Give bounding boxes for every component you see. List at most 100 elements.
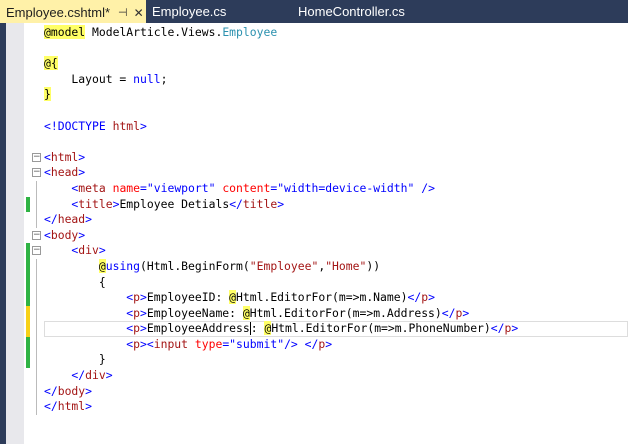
code-line[interactable]: Layout = null; bbox=[24, 72, 628, 88]
token-br: </ bbox=[44, 383, 58, 398]
token-tag: p bbox=[133, 290, 141, 305]
token-br: > bbox=[325, 336, 333, 351]
saved-change-marker bbox=[26, 352, 30, 369]
token-br: > bbox=[85, 399, 93, 414]
code-text: } bbox=[44, 87, 51, 103]
code-text: @using(Html.BeginForm("Employee","Home")… bbox=[44, 258, 381, 275]
code-line[interactable]: − <html> bbox=[24, 150, 628, 166]
outline-guide bbox=[36, 383, 37, 400]
token-br: > bbox=[78, 149, 86, 164]
token-br: /> bbox=[414, 180, 435, 195]
token-tag: p bbox=[133, 305, 141, 320]
token-br: DOCTYPE bbox=[57, 118, 106, 133]
code-text: <p>EmployeeName: @Html.EditorFor(m=>m.Ad… bbox=[44, 305, 470, 322]
code-line[interactable]: @{ bbox=[24, 56, 628, 72]
code-line[interactable]: <p>EmployeeName: @Html.EditorFor(m=>m.Ad… bbox=[24, 305, 628, 322]
tab-employee-cs[interactable]: Employee.cs bbox=[146, 0, 256, 23]
code-text: <meta name="viewport" content="width=dev… bbox=[44, 181, 435, 197]
code-editor[interactable]: @model ModelArticle.Views.Employee @{ Lay… bbox=[24, 25, 628, 415]
close-icon[interactable]: ✕ bbox=[134, 6, 144, 20]
code-line[interactable]: <title>Employee Detials</title> bbox=[24, 196, 628, 213]
token-txt: EmployeeAddress bbox=[146, 321, 250, 336]
code-line[interactable]: </html> bbox=[24, 399, 628, 415]
token-tag: title bbox=[78, 196, 113, 211]
code-line[interactable] bbox=[24, 103, 628, 119]
token-txt: Html.EditorFor(m=>m.Name) bbox=[236, 290, 408, 305]
token-attr: content bbox=[215, 180, 271, 195]
unsaved-change-marker bbox=[26, 305, 30, 322]
document-tab-bar: Employee.cshtml* ⊣ ✕ Employee.cs HomeCon… bbox=[0, 0, 628, 23]
code-line[interactable]: } bbox=[24, 87, 628, 103]
collapse-icon[interactable]: − bbox=[32, 246, 41, 256]
saved-change-marker bbox=[26, 258, 30, 275]
code-line[interactable]: </div> bbox=[24, 368, 628, 384]
saved-change-marker bbox=[26, 290, 30, 306]
indicator-margin bbox=[6, 23, 24, 444]
pin-icon[interactable]: ⊣ bbox=[118, 6, 128, 19]
token-str: "Employee" bbox=[249, 258, 319, 273]
token-txt: Html.EditorFor(m=>m.Address) bbox=[249, 305, 442, 320]
code-line[interactable] bbox=[24, 41, 628, 57]
outline-guide bbox=[36, 274, 37, 291]
code-line[interactable]: <!DOCTYPE html> bbox=[24, 119, 628, 135]
token-br: >< bbox=[140, 336, 154, 351]
token-br: > bbox=[85, 212, 93, 227]
outline-guide bbox=[36, 321, 37, 337]
code-line[interactable]: { bbox=[24, 274, 628, 291]
token-tag: html bbox=[50, 149, 79, 164]
code-line[interactable]: <p><input type="submit"/> </p> bbox=[24, 336, 628, 353]
token-br: </ bbox=[441, 305, 456, 320]
collapse-icon[interactable]: − bbox=[32, 152, 41, 162]
code-line[interactable]: <meta name="viewport" content="width=dev… bbox=[24, 180, 628, 197]
code-line[interactable]: </body> bbox=[24, 383, 628, 400]
token-kw: using bbox=[105, 258, 141, 273]
code-text: <!DOCTYPE html> bbox=[44, 119, 147, 135]
tab-employee-cshtml[interactable]: Employee.cshtml* ⊣ ✕ bbox=[0, 0, 146, 23]
code-line[interactable] bbox=[24, 134, 628, 150]
token-br: > bbox=[85, 383, 93, 398]
code-line[interactable]: − <head> bbox=[24, 165, 628, 181]
outline-guide bbox=[36, 368, 37, 384]
collapse-icon[interactable]: − bbox=[32, 168, 41, 178]
code-line[interactable]: <p>EmployeeID: @Html.EditorFor(m=>m.Name… bbox=[24, 290, 628, 306]
code-line[interactable]: @using(Html.BeginForm("Employee","Home")… bbox=[24, 258, 628, 275]
token-txt: ModelArticle.Views. bbox=[85, 25, 223, 39]
token-txt: Employee Detials bbox=[119, 196, 230, 211]
token-attr: name bbox=[105, 180, 141, 195]
code-text: } bbox=[44, 352, 106, 368]
token-br: > bbox=[511, 321, 519, 336]
code-text: { bbox=[44, 275, 106, 291]
code-line[interactable]: </head> bbox=[24, 212, 628, 228]
token-tag: html bbox=[105, 118, 141, 133]
saved-change-marker bbox=[26, 336, 30, 353]
token-br: < bbox=[44, 305, 134, 320]
token-txt: )) bbox=[366, 258, 381, 273]
tab-label: Employee.cs bbox=[152, 4, 227, 19]
code-text: <body> bbox=[44, 228, 85, 244]
code-line[interactable]: } bbox=[24, 352, 628, 369]
token-val: ="submit" bbox=[222, 336, 285, 351]
token-br: < bbox=[44, 196, 79, 211]
token-br: > bbox=[462, 305, 470, 320]
token-br: < bbox=[44, 336, 134, 351]
collapse-icon[interactable]: − bbox=[32, 230, 41, 240]
token-razor: @{ bbox=[44, 56, 58, 71]
code-line[interactable]: − <div> bbox=[24, 243, 628, 259]
token-txt: } bbox=[44, 352, 106, 367]
token-type: Employee bbox=[222, 25, 278, 39]
token-br: < bbox=[44, 321, 134, 336]
token-br: > bbox=[78, 227, 86, 242]
token-tag: p bbox=[133, 321, 141, 336]
token-val: ="viewport" bbox=[140, 180, 216, 195]
code-line[interactable]: − <body> bbox=[24, 228, 628, 244]
token-br: </ bbox=[44, 368, 86, 383]
code-line[interactable]: <p>EmployeeAddress: @Html.EditorFor(m=>m… bbox=[24, 321, 628, 337]
code-text: </html> bbox=[44, 399, 92, 415]
token-txt: Html.EditorFor(m=>m.PhoneNumber) bbox=[271, 321, 491, 336]
tab-homecontroller-cs[interactable]: HomeController.cs bbox=[256, 0, 411, 23]
code-text: <div> bbox=[44, 243, 105, 259]
unsaved-change-marker bbox=[26, 321, 30, 337]
token-br: </ bbox=[490, 321, 505, 336]
code-line[interactable]: @model ModelArticle.Views.Employee bbox=[24, 25, 628, 41]
